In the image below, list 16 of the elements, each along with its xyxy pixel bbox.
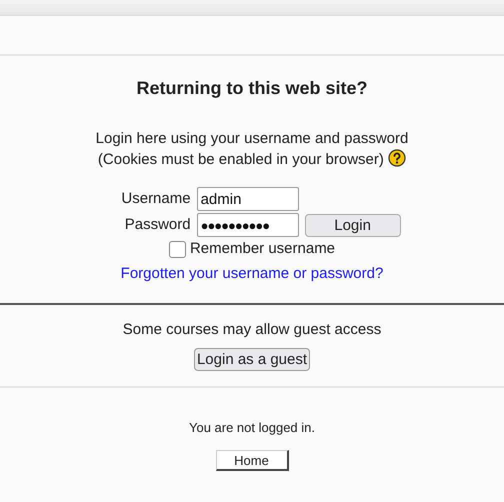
username-field[interactable]: admin bbox=[196, 187, 299, 211]
forgot-password-link[interactable]: Forgotten your username or password? bbox=[120, 264, 384, 282]
intro-text: (Cookies must be enabled in your browser) bbox=[98, 151, 384, 168]
login-button[interactable]: Login bbox=[304, 214, 401, 236]
home-button[interactable]: Home bbox=[216, 450, 288, 470]
guest-text: Some courses may allow guest access bbox=[122, 321, 382, 338]
password-field[interactable]: ●●●●●●●●●● bbox=[196, 213, 299, 237]
page-heading: Returning to this web site? bbox=[135, 77, 368, 100]
help-icon[interactable] bbox=[388, 149, 406, 167]
checkbox-label: Remember username bbox=[190, 239, 336, 259]
field-label: Password bbox=[124, 215, 191, 235]
login-status-text: You are not logged in. bbox=[188, 420, 315, 435]
intro-text: Login here using your username and password bbox=[96, 130, 408, 147]
field-label: Username bbox=[121, 189, 191, 209]
remember-checkbox[interactable] bbox=[168, 240, 186, 258]
guest-login-button[interactable]: Login as a guest bbox=[194, 348, 310, 370]
